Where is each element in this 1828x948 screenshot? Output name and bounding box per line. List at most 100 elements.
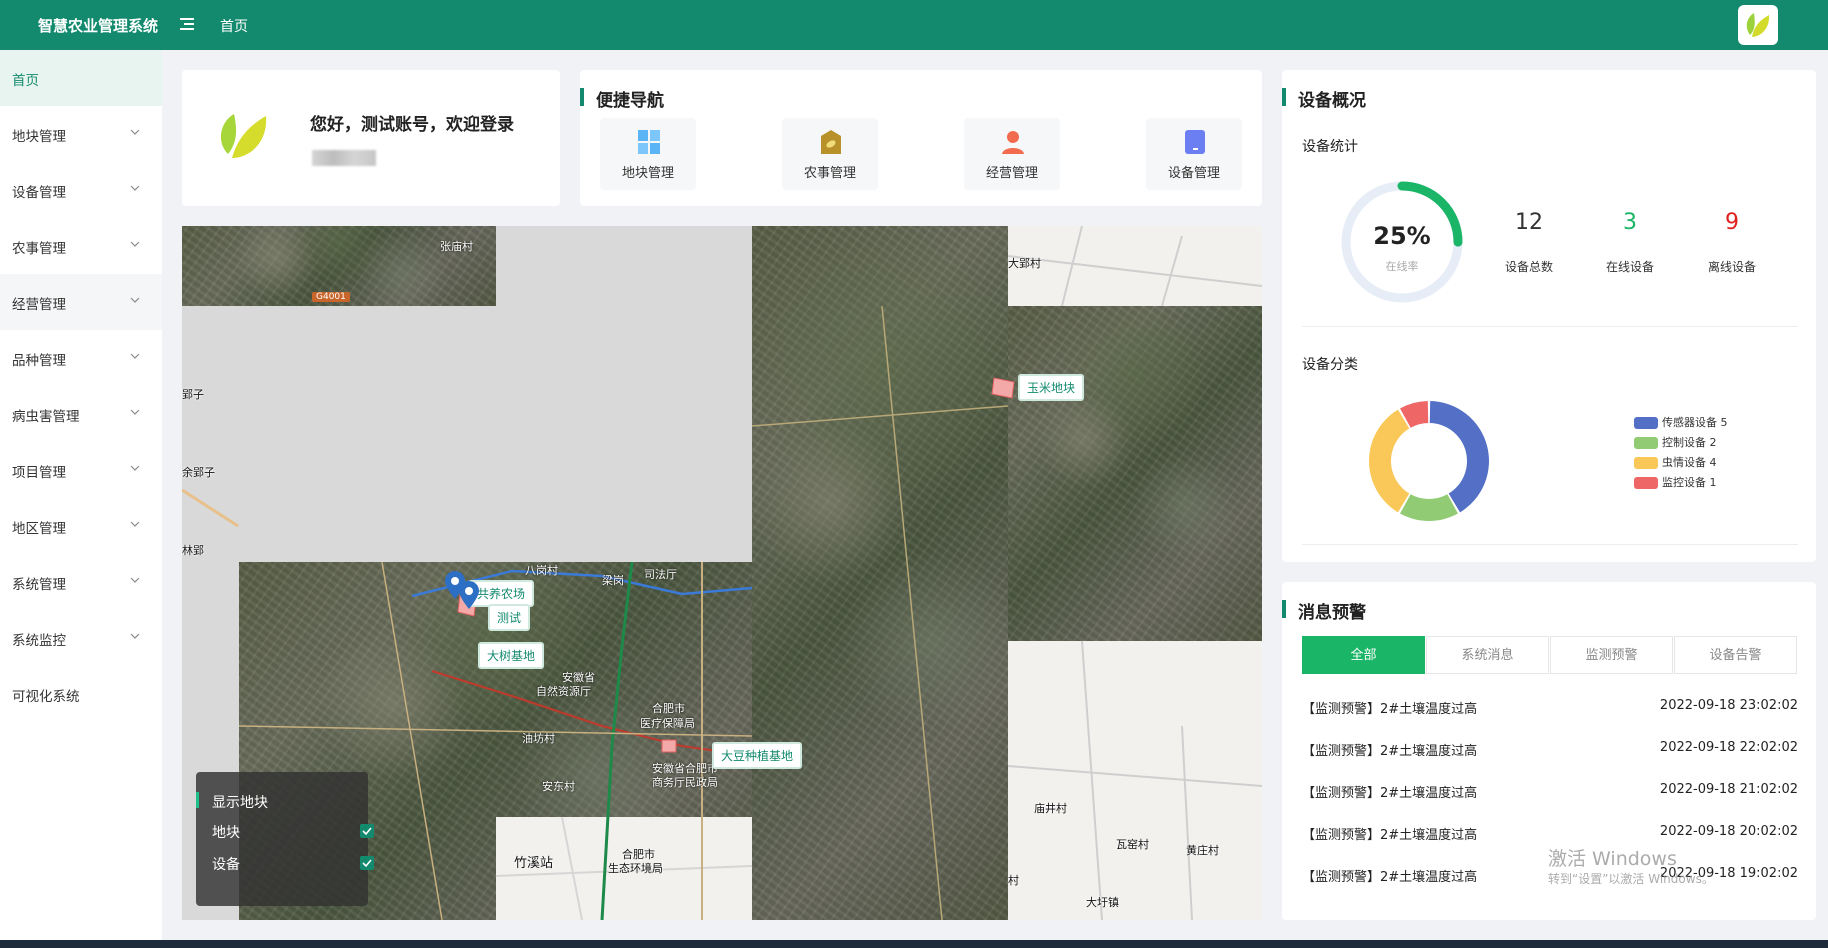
legend-item[interactable]: 监控设备 1	[1634, 474, 1717, 490]
map-place-label: 司法厅	[644, 568, 677, 581]
map-place-label: 瓦窑村	[1116, 838, 1149, 851]
donut-slice[interactable]	[1429, 401, 1489, 513]
quick-nav-plots-button[interactable]: 地块管理	[600, 118, 696, 190]
device-category-donut	[1369, 401, 1489, 521]
sidebar: 首页 地块管理 设备管理 农事管理 经营管理 品种管理 病虫害管理 项目管理 地…	[0, 50, 162, 940]
offline-devices-value: 9	[1725, 210, 1739, 235]
map-view[interactable]: 张庙村 大郢村 郢子 余郢子 林郢 八岗村 梁岗 司法厅 安徽省 自然资源厅 合…	[182, 226, 1262, 920]
road-badge: G4001	[312, 292, 350, 302]
blurred-username	[312, 150, 376, 166]
donut-slice[interactable]	[1369, 409, 1410, 513]
tab-monitoring-alerts[interactable]: 监测预警	[1550, 636, 1673, 674]
sidebar-item-label: 系统监控	[12, 633, 66, 649]
tab-device-alarms[interactable]: 设备告警	[1674, 636, 1797, 674]
alert-row[interactable]: 【监测预警】2#土壤温度过高 2022-09-18 21:02:02	[1302, 782, 1798, 801]
sidebar-item-devices[interactable]: 设备管理	[0, 162, 162, 218]
tab-all[interactable]: 全部	[1302, 636, 1425, 674]
device-pin-icon[interactable]	[458, 580, 480, 610]
legend-label: 监控设备 1	[1662, 476, 1717, 489]
alert-time: 2022-09-18 22:02:02	[1659, 740, 1798, 755]
legend-swatch	[1634, 437, 1658, 449]
sidebar-item-label: 地块管理	[12, 129, 66, 145]
map-place-label: 黄庄村	[1186, 844, 1219, 857]
alert-row[interactable]: 【监测预警】2#土壤温度过高 2022-09-18 22:02:02	[1302, 740, 1798, 759]
sidebar-item-business[interactable]: 经营管理	[0, 274, 162, 330]
legend-item[interactable]: 控制设备 2	[1634, 434, 1717, 450]
map-place-label: 庙井村	[1034, 802, 1067, 815]
sidebar-item-regions[interactable]: 地区管理	[0, 498, 162, 554]
donut-slice[interactable]	[1400, 494, 1458, 521]
activation-watermark-title: 激活 Windows	[1548, 848, 1677, 870]
device-category-title: 设备分类	[1302, 357, 1358, 373]
sidebar-item-label: 可视化系统	[12, 689, 80, 705]
sidebar-item-projects[interactable]: 项目管理	[0, 442, 162, 498]
welcome-card: 您好，测试账号，欢迎登录	[182, 70, 560, 206]
quick-nav-label: 设备管理	[1167, 166, 1220, 181]
leaf-logo-icon	[1746, 13, 1770, 37]
map-place-label: 油坊村	[522, 732, 555, 745]
sidebar-item-visualization[interactable]: 可视化系统	[0, 666, 162, 722]
plot-tag-big-tree[interactable]: 大树基地	[478, 642, 545, 669]
plot-tag-corn[interactable]: 玉米地块	[1018, 374, 1085, 401]
sidebar-item-pests[interactable]: 病虫害管理	[0, 386, 162, 442]
legend-swatch	[1634, 477, 1658, 489]
alert-text: 【监测预警】2#土壤温度过高	[1302, 786, 1478, 801]
quick-nav-label: 农事管理	[803, 166, 856, 181]
sidebar-item-label: 经营管理	[12, 297, 66, 313]
quick-nav-label: 经营管理	[985, 166, 1038, 181]
map-place-label: 生态环境局	[608, 862, 663, 875]
legend-label: 传感器设备 5	[1662, 416, 1728, 429]
chevron-down-icon	[130, 521, 140, 527]
map-place-label: 林郢	[182, 544, 204, 557]
sidebar-item-varieties[interactable]: 品种管理	[0, 330, 162, 386]
quick-nav-business-button[interactable]: 经营管理	[964, 118, 1060, 190]
map-place-label: 商务厅民政局	[652, 776, 718, 789]
sidebar-item-label: 地区管理	[12, 521, 66, 537]
total-devices-value: 12	[1515, 210, 1543, 235]
user-avatar[interactable]	[1738, 5, 1778, 45]
layer-toggle-panel: 显示地块 地块 设备	[196, 772, 374, 906]
devices-checkbox[interactable]	[360, 856, 374, 870]
chevron-down-icon	[130, 185, 140, 191]
chevron-down-icon	[130, 241, 140, 247]
plot-icon	[638, 130, 660, 154]
quick-nav-card: 便捷导航 地块管理 农事管理 经营管理 设备管理	[580, 70, 1262, 206]
sidebar-item-monitor[interactable]: 系统监控	[0, 610, 162, 666]
sidebar-item-home[interactable]: 首页	[0, 50, 162, 106]
device-overview-card: 设备概况 设备统计 25% 在线率 12 设备总数 3 在线设备 9 离线设备 …	[1282, 70, 1816, 562]
chevron-down-icon	[130, 465, 140, 471]
legend-item[interactable]: 传感器设备 5	[1634, 414, 1728, 430]
plot-tag-soybean[interactable]: 大豆种植基地	[712, 742, 803, 769]
device-stats-title: 设备统计	[1302, 139, 1358, 155]
alert-text: 【监测预警】2#土壤温度过高	[1302, 744, 1478, 759]
tab-system-messages[interactable]: 系统消息	[1426, 636, 1549, 674]
sidebar-item-system[interactable]: 系统管理	[0, 554, 162, 610]
menu-toggle-icon[interactable]	[178, 14, 198, 34]
map-place-label: 余郢子	[182, 466, 215, 479]
plots-checkbox[interactable]	[360, 824, 374, 838]
legend-swatch	[1634, 457, 1658, 469]
sidebar-item-label: 设备管理	[12, 185, 66, 201]
alerts-tabs: 全部 系统消息 监测预警 设备告警	[1302, 636, 1798, 674]
layer-panel-title: 显示地块	[212, 795, 268, 811]
map-place-label: 自然资源厅	[536, 685, 591, 698]
map-place-label: 合肥市	[652, 702, 685, 715]
map-place-label: 安东村	[542, 780, 575, 793]
sidebar-item-label: 农事管理	[12, 241, 66, 257]
chevron-down-icon	[130, 353, 140, 359]
map-place-label: 大郢村	[1008, 257, 1041, 270]
legend-item[interactable]: 虫情设备 4	[1634, 454, 1717, 470]
quick-nav-devices-button[interactable]: 设备管理	[1146, 118, 1242, 190]
sidebar-item-farming[interactable]: 农事管理	[0, 218, 162, 274]
map-place-label: 张庙村	[440, 240, 473, 253]
alert-row[interactable]: 【监测预警】2#土壤温度过高 2022-09-18 23:02:02	[1302, 698, 1798, 717]
online-devices-label: 在线设备	[1605, 260, 1654, 274]
alert-text: 【监测预警】2#土壤温度过高	[1302, 828, 1478, 843]
sidebar-item-plots[interactable]: 地块管理	[0, 106, 162, 162]
alert-row[interactable]: 【监测预警】2#土壤温度过高 2022-09-18 20:02:02	[1302, 824, 1798, 843]
top-bar: 智慧农业管理系统 首页	[0, 0, 1828, 50]
map-place-label: 郢子	[182, 388, 204, 401]
plot-tag-test[interactable]: 测试	[488, 604, 531, 631]
quick-nav-farming-button[interactable]: 农事管理	[782, 118, 878, 190]
breadcrumb[interactable]: 首页	[220, 16, 248, 36]
